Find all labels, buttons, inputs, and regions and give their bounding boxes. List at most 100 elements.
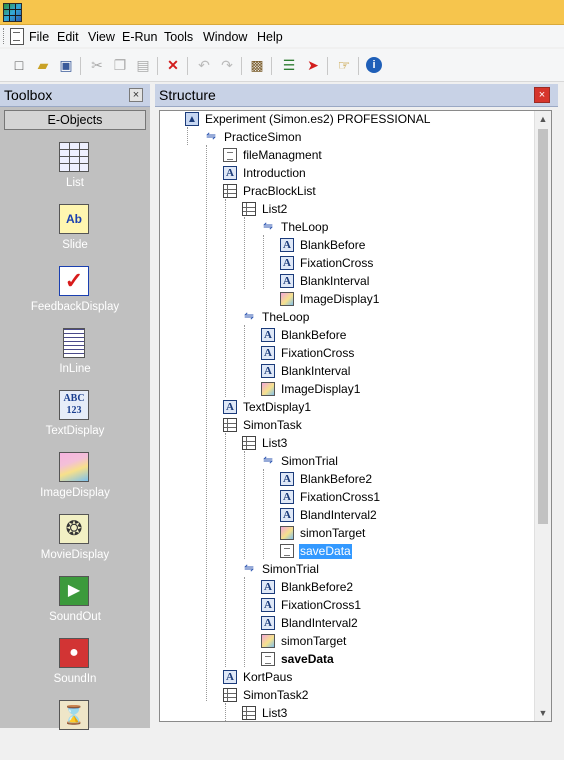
- document-icon[interactable]: [10, 28, 24, 45]
- tree-node-label: FixationCross1: [300, 490, 381, 504]
- list-icon: [242, 202, 256, 216]
- structure-tree[interactable]: ▲ Experiment (Simon.es2) PROFESSIONAL ⇋ Pr…: [159, 110, 552, 722]
- toolbox-panel: Toolbox × E-Objects List Ab Slide ✓ Feed…: [0, 84, 150, 730]
- vertical-scrollbar[interactable]: ▲ ▼: [534, 111, 551, 721]
- tree-node-label: Experiment (Simon.es2) PROFESSIONAL: [205, 112, 431, 126]
- tool-textdisplay[interactable]: ABC 123 TextDisplay: [0, 390, 150, 450]
- menu-bar: File Edit View E-Run Tools Window Help: [0, 25, 564, 47]
- copy-icon[interactable]: ❐: [111, 56, 129, 74]
- tool-label: TextDisplay: [45, 425, 105, 437]
- tool-list[interactable]: List: [0, 142, 150, 202]
- tree-node-label: BlankInterval: [281, 364, 351, 378]
- tree-node-label: SimonTask: [243, 418, 302, 432]
- text-display-icon: A: [261, 364, 275, 378]
- toolbar-separator: [157, 57, 158, 75]
- imagedisplay-icon: [59, 452, 89, 482]
- list-icon: [242, 706, 256, 720]
- structure-close-button[interactable]: ×: [534, 87, 550, 103]
- open-icon[interactable]: ▰: [34, 56, 52, 74]
- tree-node-label: Introduction: [243, 166, 306, 180]
- tool-label: SoundIn: [53, 673, 97, 685]
- toolbar: □ ▰ ▣ ✂ ❐ ▤ ✕ ↶ ↷ ▩ ☰ ➤ ☞ i: [0, 49, 564, 82]
- undo-icon[interactable]: ↶: [195, 56, 213, 74]
- menu-file[interactable]: File: [29, 30, 49, 44]
- inline-icon: [261, 652, 275, 666]
- tree-line: [244, 577, 245, 667]
- tree-node-label: List3: [262, 706, 288, 720]
- menu-edit[interactable]: Edit: [57, 30, 79, 44]
- experiment-icon: ▲: [185, 112, 199, 126]
- tree-node-label: TheLoop: [281, 220, 329, 234]
- save-icon[interactable]: ▣: [57, 56, 75, 74]
- scroll-thumb[interactable]: [538, 129, 548, 524]
- toolbar-separator: [327, 57, 328, 75]
- menu-view[interactable]: View: [88, 30, 115, 44]
- test-icon[interactable]: ☞: [335, 56, 353, 74]
- cut-icon[interactable]: ✂: [88, 56, 106, 74]
- procedure-icon: ⇋: [243, 561, 255, 575]
- text-display-icon: A: [280, 274, 294, 288]
- text-display-icon: A: [261, 580, 275, 594]
- list-icon: [223, 418, 237, 432]
- tree-node-label: SimonTrial: [281, 454, 338, 468]
- textdisplay-icon: ABC 123: [59, 390, 89, 420]
- tool-feedbackdisplay[interactable]: ✓ FeedbackDisplay: [0, 266, 150, 326]
- tree-node-label: PracBlockList: [243, 184, 316, 198]
- inline-icon: [280, 544, 294, 558]
- tool-soundin[interactable]: ● SoundIn: [0, 638, 150, 698]
- toolbox-close-button[interactable]: ×: [129, 88, 143, 102]
- tree-node-label: simonTarget: [281, 634, 347, 648]
- redo-icon[interactable]: ↷: [218, 56, 236, 74]
- info-icon[interactable]: i: [366, 57, 382, 73]
- text-display-icon: A: [261, 598, 275, 612]
- toolbar-separator: [358, 57, 359, 75]
- tool-moviedisplay[interactable]: ❂ MovieDisplay: [0, 514, 150, 574]
- tree-node-label: FixationCross: [281, 346, 355, 360]
- procedure-icon: ⇋: [243, 309, 255, 323]
- text-display-icon: A: [261, 328, 275, 342]
- script-icon[interactable]: ☰: [280, 56, 298, 74]
- tool-soundout[interactable]: ▶ SoundOut: [0, 576, 150, 636]
- menu-help[interactable]: Help: [257, 30, 283, 44]
- tool-label: ImageDisplay: [40, 487, 110, 499]
- tree-node-label: List2: [262, 202, 288, 216]
- paste-icon[interactable]: ▤: [134, 56, 152, 74]
- properties-icon[interactable]: ▩: [248, 56, 266, 74]
- tree-node-label: PracticeSimon: [224, 130, 302, 144]
- list-icon: [223, 184, 237, 198]
- text-display-icon: A: [261, 346, 275, 360]
- list-icon: [223, 688, 237, 702]
- procedure-icon: ⇋: [262, 453, 274, 467]
- scroll-down-icon[interactable]: ▼: [535, 705, 551, 721]
- tree-line: [225, 703, 226, 721]
- menu-tools[interactable]: Tools: [164, 30, 193, 44]
- tool-imagedisplay[interactable]: ImageDisplay: [0, 452, 150, 512]
- eobjects-tab[interactable]: E-Objects: [4, 110, 146, 130]
- tree-node-label: SimonTask2: [243, 688, 309, 702]
- tree-node-label: ImageDisplay1: [300, 292, 380, 306]
- tree-line: [244, 451, 245, 559]
- menu-erun[interactable]: E-Run: [122, 30, 157, 44]
- toolbar-separator: [241, 57, 242, 75]
- tree-node-label: saveData: [281, 652, 334, 666]
- tree-node-label: BlandInterval2: [281, 616, 358, 630]
- tool-inline[interactable]: InLine: [0, 328, 150, 388]
- menu-window[interactable]: Window: [203, 30, 247, 44]
- image-display-icon: [280, 526, 294, 540]
- tree-node-label: saveData: [299, 544, 352, 559]
- text-display-icon: A: [223, 166, 237, 180]
- tool-slide[interactable]: Ab Slide: [0, 204, 150, 264]
- new-icon[interactable]: □: [10, 56, 28, 74]
- run-icon[interactable]: ➤: [304, 56, 322, 74]
- menubar-grip[interactable]: [3, 28, 7, 44]
- hourglass-icon: ⌛: [59, 700, 89, 730]
- delete-icon[interactable]: ✕: [164, 56, 182, 74]
- scroll-up-icon[interactable]: ▲: [535, 111, 551, 127]
- tool-label: SoundOut: [49, 611, 101, 623]
- tree-node-label: FixationCross1: [281, 598, 362, 612]
- tree-node-label: KortPaus: [243, 670, 293, 684]
- tool-label: MovieDisplay: [40, 549, 110, 561]
- structure-header: Structure ×: [155, 84, 558, 107]
- tool-label: FeedbackDisplay: [30, 301, 120, 313]
- tool-wait[interactable]: ⌛: [0, 700, 150, 760]
